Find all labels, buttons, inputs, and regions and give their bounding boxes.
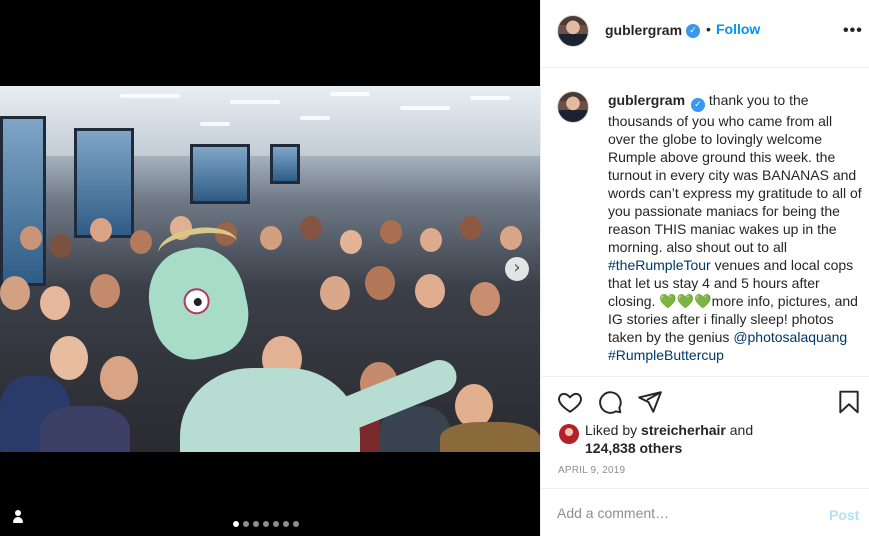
carousel-dot	[263, 521, 269, 527]
post-side-panel: gublergram ✓ • Follow ••• gublergram ✓ th…	[540, 0, 869, 536]
caption-username[interactable]: gublergram	[608, 92, 685, 108]
share-icon[interactable]	[637, 389, 663, 415]
caption-section: gublergram ✓ thank you to the thousands o…	[541, 69, 869, 375]
verified-badge-icon: ✓	[686, 24, 700, 38]
carousel-dot	[253, 521, 259, 527]
hashtag-link[interactable]: #theRumpleTour	[608, 257, 711, 273]
hashtag-link[interactable]: #RumpleButtercup	[608, 347, 724, 363]
heart-icon[interactable]	[557, 389, 583, 415]
likes-count[interactable]: 124,838 others	[585, 440, 682, 456]
comment-box: Post	[541, 488, 869, 536]
more-options-icon[interactable]: •••	[843, 22, 863, 40]
mention-link[interactable]: @photosalaquang	[733, 329, 847, 345]
action-bar	[541, 376, 869, 424]
liked-by-label: Liked by	[585, 422, 642, 438]
green-hearts-emoji: 💚💚💚	[659, 293, 712, 309]
liked-by-user[interactable]: streicherhair	[641, 422, 726, 438]
post-comment-button[interactable]: Post	[829, 507, 859, 523]
carousel-dot	[273, 521, 279, 527]
bookmark-icon[interactable]	[836, 389, 862, 415]
comment-input[interactable]	[557, 501, 807, 525]
liked-by-and: and	[725, 422, 754, 438]
user-tag-icon[interactable]	[11, 509, 25, 525]
avatar[interactable]	[557, 15, 589, 47]
liker-avatar[interactable]	[559, 424, 579, 444]
carousel-dot	[283, 521, 289, 527]
carousel-indicator	[233, 521, 299, 527]
caption-avatar[interactable]	[557, 91, 589, 123]
post-header: gublergram ✓ • Follow •••	[541, 0, 869, 68]
header-separator: •	[706, 21, 711, 37]
comment-icon[interactable]	[597, 389, 623, 415]
caption-part: thank you to the thousands of you who ca…	[608, 92, 862, 255]
caption-text: gublergram ✓ thank you to the thousands o…	[608, 91, 862, 364]
carousel-dot	[233, 521, 239, 527]
carousel-dot	[243, 521, 249, 527]
post-media[interactable]: ›	[0, 0, 540, 536]
post-photo	[0, 86, 540, 452]
mascot-eye	[181, 285, 213, 317]
carousel-dot	[293, 521, 299, 527]
post-date[interactable]: APRIL 9, 2019	[558, 465, 625, 476]
chevron-right-icon: ›	[513, 257, 521, 278]
next-image-button[interactable]: ›	[505, 257, 529, 281]
follow-button[interactable]: Follow	[716, 21, 760, 37]
verified-badge-icon: ✓	[690, 98, 705, 112]
header-username[interactable]: gublergram	[605, 22, 682, 38]
